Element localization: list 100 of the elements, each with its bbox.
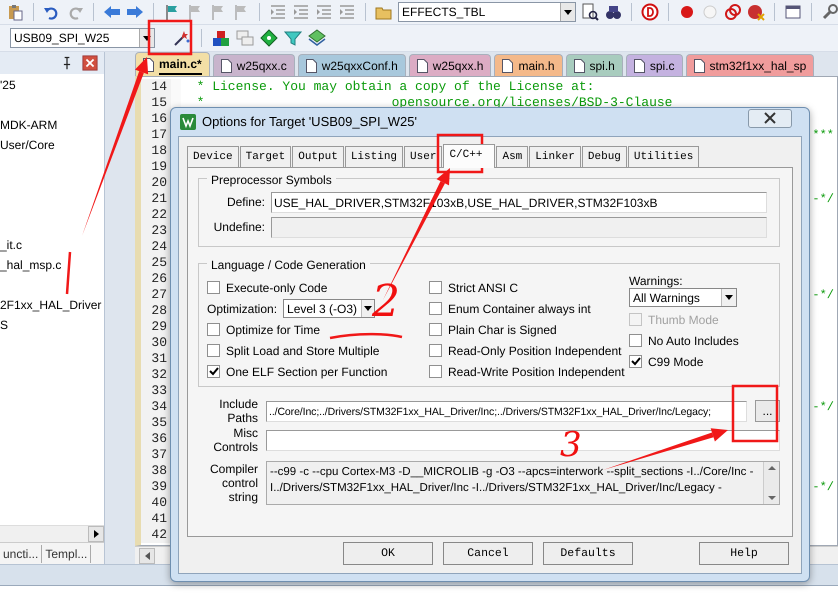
document-search-icon[interactable] bbox=[581, 3, 599, 21]
dialog-tab[interactable]: Linker bbox=[529, 146, 581, 167]
dialog-button[interactable]: Defaults bbox=[543, 542, 633, 565]
file-tab[interactable]: w25qxx.h bbox=[408, 54, 492, 76]
tree-item[interactable]: User/Core bbox=[0, 137, 55, 153]
undefine-field[interactable] bbox=[271, 216, 767, 238]
dialog-tab[interactable]: Output bbox=[292, 146, 344, 167]
tree-item[interactable]: S bbox=[0, 317, 8, 333]
field-label: Define: bbox=[226, 194, 265, 211]
document-icon bbox=[694, 58, 705, 72]
field-label: Compiler control string bbox=[208, 462, 258, 504]
dialog-button[interactable]: Help bbox=[699, 542, 789, 565]
file-tab[interactable]: main.h bbox=[494, 54, 562, 76]
option-checkbox[interactable]: Split Load and Store Multiple bbox=[207, 340, 429, 361]
file-tab[interactable]: w25qxx.c bbox=[212, 54, 295, 76]
dialog-tab[interactable]: Device bbox=[187, 146, 239, 167]
handwritten-number: 3 bbox=[560, 428, 582, 462]
option-checkbox[interactable]: Enum Container always int bbox=[429, 298, 629, 319]
compiler-string-field[interactable]: --c99 -c --cpu Cortex-M3 -D__MICROLIB -g -O3 --apcs=interwork --split_sections -I../Core/Inc - I../Drivers/STM32F1xx_HAL_Driver/Inc -I../Drivers/STM32F1xx_HAL_Driver/Inc/Legacy - bbox=[266, 461, 780, 505]
highlight-frame bbox=[436, 134, 484, 174]
tree-item[interactable]: MDK-ARM bbox=[0, 117, 58, 133]
code-comment: -*/ bbox=[812, 287, 835, 303]
target-combo-box[interactable]: USB09_SPI_W25 bbox=[10, 28, 155, 48]
indent-icon[interactable] bbox=[292, 3, 310, 21]
dialog-tab[interactable]: Listing bbox=[344, 146, 404, 167]
panel-tab[interactable]: Templ... bbox=[42, 544, 92, 562]
binoculars-icon[interactable] bbox=[604, 3, 622, 21]
document-icon bbox=[220, 58, 232, 72]
scroll-right-button[interactable] bbox=[88, 526, 104, 542]
dialog-tab[interactable]: Target bbox=[240, 146, 292, 167]
field-label: Include Paths bbox=[218, 397, 258, 425]
tree-item[interactable]: 2F1xx_HAL_Driver bbox=[0, 297, 102, 313]
document-icon bbox=[634, 58, 645, 72]
file-tab[interactable]: w25qxxConf.h bbox=[298, 54, 406, 76]
option-checkbox[interactable]: Read-Only Position Independent bbox=[429, 340, 629, 361]
window-icon[interactable] bbox=[784, 3, 802, 21]
document-icon bbox=[574, 58, 584, 72]
document-icon bbox=[502, 58, 514, 72]
option-checkbox[interactable]: One ELF Section per Function bbox=[207, 361, 429, 382]
option-checkbox[interactable]: Plain Char is Signed bbox=[429, 319, 629, 340]
bug-icon[interactable] bbox=[747, 3, 765, 21]
close-icon[interactable] bbox=[82, 55, 98, 71]
highlight-frame bbox=[148, 20, 192, 56]
file-tab[interactable]: spi.h bbox=[566, 54, 623, 76]
panel-tab[interactable]: uncti... bbox=[0, 544, 42, 562]
indent-icon[interactable] bbox=[338, 3, 356, 21]
document-icon bbox=[306, 58, 317, 72]
dialog-tab[interactable]: Asm bbox=[496, 146, 528, 167]
blocks-icon[interactable] bbox=[212, 29, 230, 47]
option-checkbox[interactable]: Strict ANSI C bbox=[429, 277, 629, 298]
tree-item[interactable]: _it.c bbox=[0, 237, 22, 253]
tree-item[interactable]: _hal_msp.c bbox=[0, 257, 62, 273]
stack-icon[interactable] bbox=[308, 29, 326, 47]
funnel-icon[interactable] bbox=[284, 29, 302, 47]
forward-arrow-icon[interactable] bbox=[126, 3, 144, 21]
dialog-tab[interactable]: Utilities bbox=[628, 146, 700, 167]
diamond-icon[interactable] bbox=[260, 29, 278, 47]
option-checkbox[interactable]: No Auto Includes bbox=[629, 330, 757, 351]
field-label: Undefine: bbox=[212, 219, 265, 236]
file-tab[interactable]: stm32f1xx_hal_sp bbox=[686, 54, 814, 76]
rings-icon[interactable] bbox=[724, 3, 742, 21]
dialog-button[interactable]: OK bbox=[343, 542, 433, 565]
code-comment: * opensource.org/licenses/BSD-3-Clause bbox=[196, 95, 672, 111]
tree-item[interactable]: '25 bbox=[0, 77, 16, 93]
code-comment: * License. You may obtain a copy of the License at: bbox=[196, 79, 594, 95]
line-number: 15 bbox=[141, 95, 181, 111]
document-icon bbox=[416, 58, 428, 72]
field-label: Optimization: bbox=[207, 300, 278, 318]
field-label: Misc Controls bbox=[212, 426, 258, 454]
breakpoint-icon[interactable] bbox=[678, 3, 696, 21]
file-tab[interactable]: spi.c bbox=[626, 54, 683, 76]
checkmark-icon bbox=[630, 357, 640, 366]
annotation-stroke bbox=[66, 252, 72, 294]
windows-icon[interactable] bbox=[236, 29, 254, 47]
close-icon bbox=[763, 112, 777, 124]
close-button[interactable] bbox=[748, 108, 792, 128]
field-label: Warnings: bbox=[629, 273, 684, 288]
dialog-tab[interactable]: C/C++ bbox=[443, 144, 496, 168]
dialog-title: Options for Target 'USB09_SPI_W25' bbox=[202, 113, 418, 132]
include-paths-field[interactable]: ../Core/Inc;../Drivers/STM32F1xx_HAL_Driver/Inc;../Drivers/STM32F1xx_HAL_Driver/Inc/Legacy; bbox=[266, 400, 747, 422]
code-comment: -*/ bbox=[812, 399, 835, 415]
magic-wand-icon[interactable] bbox=[173, 29, 191, 47]
back-arrow-icon[interactable] bbox=[103, 3, 121, 21]
find-combo-box[interactable]: EFFECTS_TBL bbox=[398, 2, 576, 22]
code-comment: -*/ bbox=[812, 191, 835, 207]
debug-icon[interactable] bbox=[641, 3, 659, 21]
option-checkbox[interactable]: Read-Write Position Independent bbox=[429, 361, 629, 382]
code-comment: *** bbox=[812, 127, 835, 143]
indent-icon[interactable] bbox=[315, 3, 333, 21]
warnings-select[interactable]: All Warnings bbox=[629, 288, 737, 307]
checkmark-icon bbox=[208, 367, 218, 376]
indent-icon[interactable] bbox=[269, 3, 287, 21]
dialog-tab[interactable]: User bbox=[404, 146, 442, 167]
line-number: 14 bbox=[141, 79, 181, 95]
paste-icon[interactable] bbox=[6, 3, 24, 21]
scroll-left-button[interactable] bbox=[139, 548, 155, 564]
dialog-tab[interactable]: Debug bbox=[582, 146, 627, 167]
code-comment: -*/ bbox=[812, 479, 835, 495]
option-checkbox[interactable]: C99 Mode bbox=[629, 351, 757, 372]
dialog-button[interactable]: Cancel bbox=[443, 542, 533, 565]
